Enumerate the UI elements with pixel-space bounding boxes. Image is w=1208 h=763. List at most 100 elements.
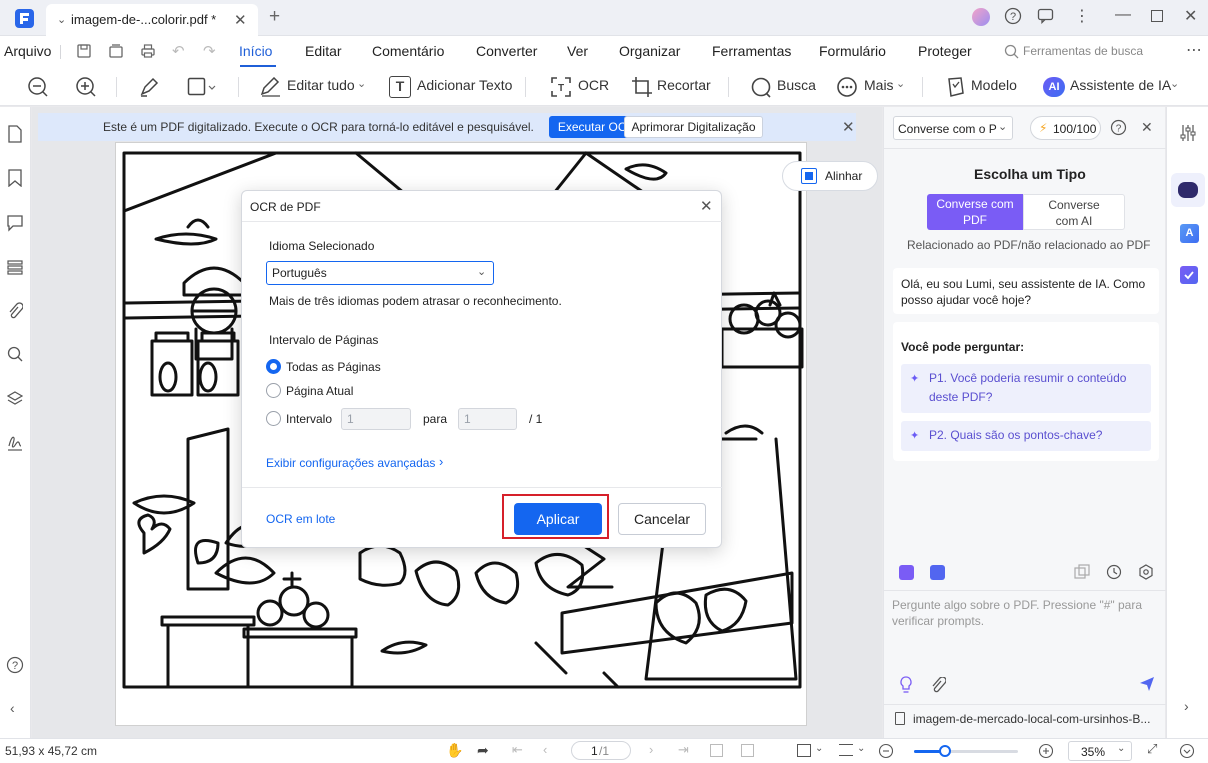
pages-icon[interactable] xyxy=(7,259,23,275)
more-icon[interactable] xyxy=(836,76,858,98)
close-window-icon[interactable]: ✕ xyxy=(1184,6,1197,26)
menu-organizar[interactable]: Organizar xyxy=(619,43,680,59)
signature-icon[interactable] xyxy=(7,433,23,451)
avatar[interactable] xyxy=(972,8,990,26)
crop-button[interactable]: Recortar xyxy=(657,77,711,93)
prev-page-icon[interactable]: ‹ xyxy=(543,742,547,757)
menu-ferramentas[interactable]: Ferramentas xyxy=(712,43,791,59)
radio-range[interactable] xyxy=(266,411,281,426)
print-icon[interactable] xyxy=(140,43,156,59)
history-icon[interactable] xyxy=(1106,564,1122,580)
document-tab[interactable]: ⌄ imagem-de-...colorir.pdf * ✕ xyxy=(46,4,258,36)
tab-close-icon[interactable]: ✕ xyxy=(234,11,247,29)
menu-inicio[interactable]: Início xyxy=(239,43,272,59)
advanced-settings-link[interactable]: Exibir configurações avançadas xyxy=(266,456,435,470)
zoom-select[interactable]: 35% ⌄ xyxy=(1068,741,1132,761)
range-to-input[interactable]: 1 xyxy=(458,408,517,430)
search-panel-icon[interactable] xyxy=(7,346,23,362)
ocr-button[interactable]: OCR xyxy=(578,77,609,93)
pdf-tool-icon[interactable] xyxy=(899,565,914,580)
add-text-icon[interactable]: T xyxy=(389,76,411,98)
language-select[interactable]: Português ⌄ xyxy=(266,261,494,285)
hand-tool-icon[interactable]: ✋ xyxy=(446,742,463,759)
redo-icon[interactable]: ↷ xyxy=(203,42,216,60)
radio-current-page[interactable] xyxy=(266,383,281,398)
ai-chat-tab[interactable] xyxy=(1171,173,1205,207)
zoom-slider[interactable] xyxy=(914,745,1018,757)
page-fit-icon[interactable] xyxy=(797,744,811,757)
page-layout-icon[interactable] xyxy=(839,744,853,756)
zoom-out-small-icon[interactable] xyxy=(878,743,894,759)
credits-badge[interactable]: ⚡ 100/100 xyxy=(1030,116,1101,140)
highlight-icon[interactable] xyxy=(138,76,160,98)
attachment-icon[interactable] xyxy=(7,302,23,320)
send-icon[interactable] xyxy=(1139,676,1155,692)
chat-mode-select[interactable]: Converse com o P ⌄ xyxy=(893,116,1013,140)
expand-circle-icon[interactable] xyxy=(1179,743,1195,759)
crop-icon[interactable] xyxy=(631,76,653,98)
menu-proteger[interactable]: Proteger xyxy=(918,43,972,59)
ai-assistant-button[interactable]: Assistente de IA xyxy=(1070,77,1171,93)
rotate-icon[interactable] xyxy=(710,744,723,757)
search-icon[interactable] xyxy=(750,76,772,98)
help-icon[interactable]: ? xyxy=(1110,119,1127,136)
shape-icon[interactable] xyxy=(187,77,217,97)
align-button[interactable]: Alinhar xyxy=(782,161,878,191)
translate-icon[interactable]: A xyxy=(1180,224,1199,243)
first-page-icon[interactable]: ⇤ xyxy=(512,742,523,758)
next-page-icon[interactable]: › xyxy=(649,742,653,757)
lightbulb-icon[interactable] xyxy=(898,676,914,694)
edit-all-icon[interactable] xyxy=(260,77,282,97)
collapse-right-icon[interactable]: › xyxy=(1184,698,1189,714)
select-tool-icon[interactable]: ➦ xyxy=(477,742,489,759)
batch-ocr-link[interactable]: OCR em lote xyxy=(266,512,335,526)
search-button[interactable]: Busca xyxy=(777,77,816,93)
enhance-scan-button[interactable]: Aprimorar Digitalização xyxy=(624,116,763,138)
more-horizontal-icon[interactable]: ⋯ xyxy=(1186,40,1202,60)
last-page-icon[interactable]: ⇥ xyxy=(678,742,689,758)
minimize-icon[interactable]: — xyxy=(1115,6,1131,24)
fullscreen-icon[interactable]: ⤢ xyxy=(1147,741,1157,757)
new-tab-icon[interactable]: + xyxy=(269,6,280,28)
menu-converter[interactable]: Converter xyxy=(476,43,537,59)
fit-icon[interactable] xyxy=(741,744,754,757)
menu-comentario[interactable]: Comentário xyxy=(372,43,444,59)
zoom-in-small-icon[interactable] xyxy=(1038,743,1054,759)
help-circle-icon[interactable]: ? xyxy=(6,656,24,674)
feedback-icon[interactable] xyxy=(1037,8,1055,24)
collapse-left-icon[interactable]: ‹ xyxy=(10,700,15,716)
menu-formulario[interactable]: Formulário xyxy=(819,43,886,59)
help-icon[interactable]: ? xyxy=(1004,7,1022,25)
translate-tool-icon[interactable] xyxy=(930,565,945,580)
template-icon[interactable] xyxy=(944,76,966,98)
zoom-slider-handle[interactable] xyxy=(939,745,951,757)
range-from-input[interactable]: 1 xyxy=(341,408,411,430)
maximize-icon[interactable] xyxy=(1151,10,1163,22)
more-button[interactable]: Mais xyxy=(864,77,894,93)
type-pdf-button[interactable]: Converse com PDF xyxy=(927,194,1023,230)
save-as-icon[interactable] xyxy=(108,43,124,59)
checklist-icon[interactable] xyxy=(1180,266,1198,284)
add-text-button[interactable]: Adicionar Texto xyxy=(417,77,512,93)
attach-icon[interactable] xyxy=(930,677,946,693)
copy-icon[interactable] xyxy=(1074,564,1090,580)
ocr-icon[interactable]: T xyxy=(550,76,572,98)
prompt-suggestion-2[interactable]: ✦ P2. Quais são os pontos-chave? xyxy=(901,421,1151,451)
properties-icon[interactable] xyxy=(1180,124,1196,142)
menu-arquivo[interactable]: Arquivo xyxy=(4,43,51,59)
menu-ver[interactable]: Ver xyxy=(567,43,588,59)
panel-close-icon[interactable]: ✕ xyxy=(1141,119,1153,136)
banner-close-icon[interactable]: ✕ xyxy=(842,118,855,136)
thumbnails-icon[interactable] xyxy=(7,125,23,143)
comment-icon[interactable] xyxy=(7,214,23,232)
search-tools-input[interactable]: Ferramentas de busca xyxy=(1023,44,1143,58)
undo-icon[interactable]: ↶ xyxy=(172,42,185,60)
zoom-out-icon[interactable] xyxy=(27,76,49,98)
cancel-button[interactable]: Cancelar xyxy=(618,503,706,535)
chat-input[interactable]: Pergunte algo sobre o PDF. Pressione "#"… xyxy=(892,597,1154,629)
bookmark-icon[interactable] xyxy=(7,169,23,187)
zoom-in-icon[interactable] xyxy=(75,76,97,98)
page-number-input[interactable]: 1 /1 xyxy=(571,741,631,760)
dialog-close-icon[interactable]: ✕ xyxy=(700,197,713,215)
more-vertical-icon[interactable]: ⋮ xyxy=(1074,6,1090,26)
